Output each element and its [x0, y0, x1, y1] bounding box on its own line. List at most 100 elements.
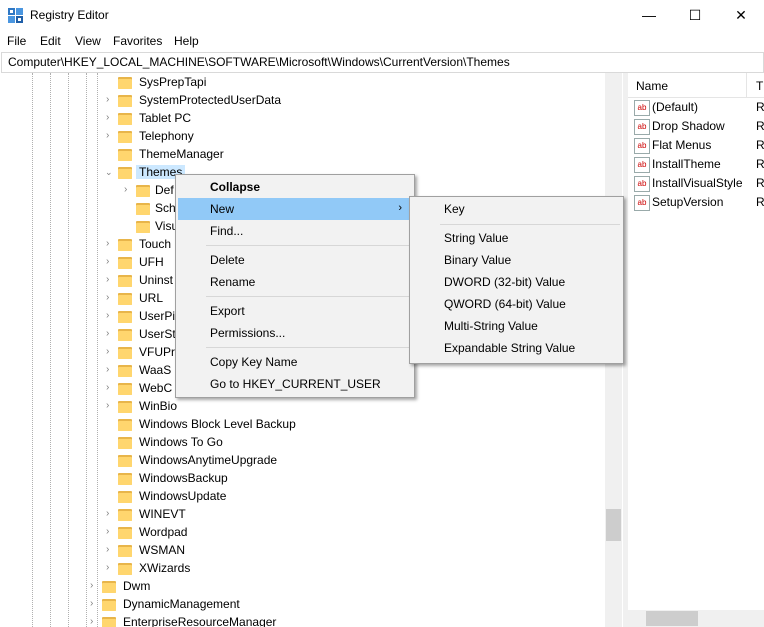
tree-item[interactable]: › Tablet PC: [100, 110, 600, 128]
expand-arrow-icon[interactable]: ›: [106, 275, 114, 285]
expand-arrow-icon[interactable]: ›: [90, 617, 98, 627]
value-row[interactable]: ab (Default) R: [632, 98, 764, 117]
close-button[interactable]: ✕: [718, 0, 764, 31]
tree-item[interactable]: Windows Block Level Backup: [100, 416, 600, 434]
expand-arrow-icon[interactable]: ›: [90, 581, 98, 591]
expand-arrow-icon[interactable]: ›: [106, 257, 114, 267]
menu-item-rename[interactable]: Rename: [178, 271, 412, 293]
submenu-item-binary-value[interactable]: Binary Value: [412, 249, 621, 271]
tree-item[interactable]: › DynamicManagement: [84, 596, 584, 614]
expand-arrow-icon[interactable]: ›: [106, 401, 114, 411]
menu-help[interactable]: Help: [174, 34, 199, 48]
tree-item-label: Tablet PC: [139, 111, 192, 125]
tree-item[interactable]: Sch: [118, 200, 178, 218]
menu-item-export[interactable]: Export: [178, 300, 412, 322]
tree-guide-line: [68, 73, 69, 627]
expand-arrow-icon[interactable]: ›: [106, 347, 114, 357]
tree-item[interactable]: › UserSt: [100, 326, 180, 344]
submenu-item-key[interactable]: Key: [412, 198, 621, 220]
tree-item[interactable]: › Uninst: [100, 272, 180, 290]
tree-item[interactable]: SysPrepTapi: [100, 74, 600, 92]
tree-item[interactable]: › Touch: [100, 236, 180, 254]
tree-item[interactable]: WindowsAnytimeUpgrade: [100, 452, 600, 470]
tree-item[interactable]: WindowsUpdate: [100, 488, 600, 506]
tree-item[interactable]: › XWizards: [100, 560, 600, 578]
expand-arrow-icon[interactable]: ›: [106, 365, 114, 375]
tree-item[interactable]: › UserPi: [100, 308, 180, 326]
menu-file[interactable]: File: [7, 34, 26, 48]
tree-item[interactable]: › UFH: [100, 254, 180, 272]
tree-item[interactable]: › Def: [118, 182, 178, 200]
menu-item-goto-hkcu[interactable]: Go to HKEY_CURRENT_USER: [178, 373, 412, 395]
minimize-button[interactable]: —: [626, 0, 672, 31]
folder-icon: [118, 562, 132, 575]
folder-icon: [136, 184, 150, 197]
menu-item-delete[interactable]: Delete: [178, 249, 412, 271]
menu-view[interactable]: View: [75, 34, 101, 48]
values-pane[interactable]: Name T ab (Default) R ab Drop Shadow R a…: [628, 73, 764, 627]
column-name-header[interactable]: Name: [636, 79, 668, 93]
expand-arrow-icon[interactable]: ›: [106, 131, 114, 141]
value-row[interactable]: ab InstallVisualStyle R: [632, 174, 764, 193]
values-hscrollbar[interactable]: [628, 610, 764, 627]
column-divider[interactable]: [746, 73, 747, 97]
tree-item[interactable]: Visu: [118, 218, 178, 236]
value-row[interactable]: ab SetupVersion R: [632, 193, 764, 212]
menu-edit[interactable]: Edit: [40, 34, 61, 48]
expand-arrow-icon[interactable]: ›: [106, 509, 114, 519]
expand-arrow-icon[interactable]: ›: [106, 239, 114, 249]
folder-icon: [118, 148, 132, 161]
expand-arrow-icon[interactable]: ›: [106, 329, 114, 339]
tree-item[interactable]: › SystemProtectedUserData: [100, 92, 600, 110]
values-hscrollbar-thumb[interactable]: [646, 611, 698, 626]
menu-item-find[interactable]: Find...: [178, 220, 412, 242]
submenu-item-expandable-string-value[interactable]: Expandable String Value: [412, 337, 621, 359]
expand-arrow-icon[interactable]: ›: [106, 383, 114, 393]
menu-item-permissions[interactable]: Permissions...: [178, 322, 412, 344]
address-path[interactable]: Computer\HKEY_LOCAL_MACHINE\SOFTWARE\Mic…: [8, 55, 510, 69]
tree-item[interactable]: ThemeManager: [100, 146, 600, 164]
maximize-button[interactable]: ☐: [672, 0, 718, 31]
menu-item-label: QWORD (64-bit) Value: [444, 297, 566, 311]
expand-arrow-icon[interactable]: ›: [106, 293, 114, 303]
tree-item[interactable]: › WINEVT: [100, 506, 600, 524]
tree-item[interactable]: › VFUPro: [100, 344, 182, 362]
expand-arrow-icon[interactable]: ›: [106, 95, 114, 105]
tree-item[interactable]: › WaaS: [100, 362, 180, 380]
value-row[interactable]: ab Drop Shadow R: [632, 117, 764, 136]
submenu-item-string-value[interactable]: String Value: [412, 227, 621, 249]
value-row[interactable]: ab InstallTheme R: [632, 155, 764, 174]
expand-arrow-icon[interactable]: ›: [90, 599, 98, 609]
tree-item[interactable]: Windows To Go: [100, 434, 600, 452]
menu-item-copy-key-name[interactable]: Copy Key Name: [178, 351, 412, 373]
menu-item-collapse[interactable]: Collapse: [178, 176, 412, 198]
address-bar[interactable]: Computer\HKEY_LOCAL_MACHINE\SOFTWARE\Mic…: [1, 52, 764, 73]
tree-item[interactable]: › EnterpriseResourceManager: [84, 614, 584, 627]
tree-scrollbar-thumb[interactable]: [606, 509, 621, 541]
title-bar[interactable]: Registry Editor — ☐ ✕: [0, 0, 764, 31]
tree-item-label: Windows Block Level Backup: [139, 417, 296, 431]
expand-arrow-icon[interactable]: ›: [106, 113, 114, 123]
submenu-item-multi-string-value[interactable]: Multi-String Value: [412, 315, 621, 337]
value-name: (Default): [652, 100, 699, 114]
menu-favorites[interactable]: Favorites: [113, 34, 162, 48]
tree-item[interactable]: › Dwm: [84, 578, 584, 596]
submenu-item-dword-value[interactable]: DWORD (32-bit) Value: [412, 271, 621, 293]
expand-arrow-icon[interactable]: ›: [124, 185, 132, 195]
value-row[interactable]: ab Flat Menus R: [632, 136, 764, 155]
expand-arrow-icon[interactable]: ›: [106, 527, 114, 537]
collapse-arrow-icon[interactable]: ⌄: [105, 168, 113, 177]
submenu-item-qword-value[interactable]: QWORD (64-bit) Value: [412, 293, 621, 315]
tree-item[interactable]: › WSMAN: [100, 542, 600, 560]
column-type-header[interactable]: T: [756, 79, 763, 93]
expand-arrow-icon[interactable]: ›: [106, 545, 114, 555]
tree-item[interactable]: › URL: [100, 290, 180, 308]
tree-item[interactable]: › Telephony: [100, 128, 600, 146]
tree-item[interactable]: WindowsBackup: [100, 470, 600, 488]
tree-item[interactable]: › WebC: [100, 380, 180, 398]
tree-item[interactable]: › WinBio: [100, 398, 600, 416]
tree-item[interactable]: › Wordpad: [100, 524, 600, 542]
menu-item-new[interactable]: New ›: [178, 198, 412, 220]
expand-arrow-icon[interactable]: ›: [106, 563, 114, 573]
expand-arrow-icon[interactable]: ›: [106, 311, 114, 321]
